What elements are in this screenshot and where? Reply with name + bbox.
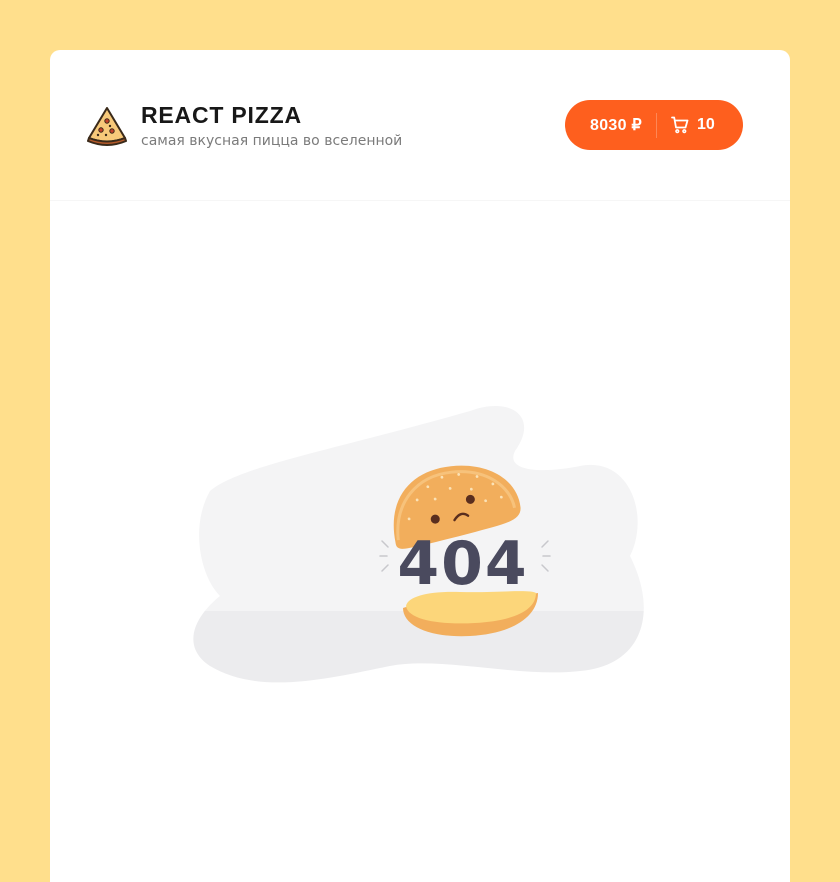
- cart-price: 8030 ₽: [590, 117, 643, 134]
- page-card: REACT PIZZA самая вкусная пицца во вселе…: [50, 50, 790, 882]
- logo-subtitle: самая вкусная пицца во вселенной: [141, 133, 403, 149]
- svg-text:404: 404: [397, 529, 528, 599]
- cart-divider: [656, 112, 658, 138]
- cart-count: 10: [697, 116, 715, 133]
- cart-button[interactable]: 8030 ₽ 10: [565, 100, 743, 150]
- cart-icon: [671, 116, 689, 134]
- logo-title: REACT PIZZA: [141, 102, 302, 128]
- logo-link[interactable]: REACT PIZZA самая вкусная пицца во вселе…: [86, 102, 402, 150]
- main-content: 404: [50, 201, 790, 882]
- pizza-slice-icon: [87, 107, 127, 146]
- logo-text: REACT PIZZA самая вкусная пицца во вселе…: [141, 102, 402, 150]
- burger-404-icon: 404: [193, 405, 644, 683]
- header: REACT PIZZA самая вкусная пицца во вселе…: [50, 50, 790, 201]
